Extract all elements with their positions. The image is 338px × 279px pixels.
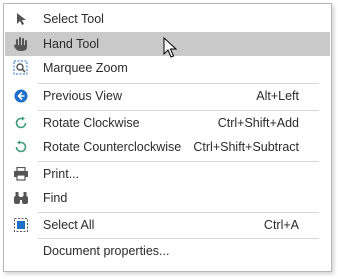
mouse-pointer-icon [163,37,178,58]
menu-item-label: Rotate Counterclockwise [43,140,182,154]
arrow-cursor-icon [13,11,29,27]
previous-view-icon [13,88,29,104]
menu-item-shortcut: Ctrl+Shift+Add [217,116,299,130]
menu-item-shortcut: Alt+Left [256,89,299,103]
menu-item-previous-view[interactable]: Previous View Alt+Left [5,84,330,108]
menu-item-print[interactable]: Print... [5,162,330,186]
hand-icon [13,36,29,52]
menu-item-marquee-zoom[interactable]: Marquee Zoom [5,56,330,80]
menu-item-select-tool[interactable]: Select Tool [5,7,330,31]
menu-item-find[interactable]: Find [5,186,330,210]
menu-item-label: Marquee Zoom [43,61,128,75]
menu-item-label: Rotate Clockwise [43,116,140,130]
menu-item-label: Select Tool [43,12,104,26]
menu-item-rotate-counterclockwise[interactable]: Rotate Counterclockwise Ctrl+Shift+Subtr… [5,135,330,159]
select-all-icon [13,217,29,233]
menu-item-label: Select All [43,218,95,232]
printer-icon [13,166,29,182]
binoculars-icon [13,190,29,206]
menu-item-label: Print... [43,167,80,181]
menu-item-shortcut: Ctrl+Shift+Subtract [193,140,299,154]
rotate-clockwise-icon [13,115,29,131]
marquee-zoom-icon [13,60,29,76]
menu-item-rotate-clockwise[interactable]: Rotate Clockwise Ctrl+Shift+Add [5,111,330,135]
menu-item-select-all[interactable]: Select All Ctrl+A [5,213,330,237]
menu-item-label: Document properties... [43,244,170,258]
rotate-counterclockwise-icon [13,139,29,155]
menu-item-label: Hand Tool [43,37,100,51]
menu-item-label: Previous View [43,89,122,103]
menu-item-shortcut: Ctrl+A [263,218,299,232]
menu-item-document-properties[interactable]: Document properties... [5,239,330,263]
menu-item-label: Find [43,191,68,205]
